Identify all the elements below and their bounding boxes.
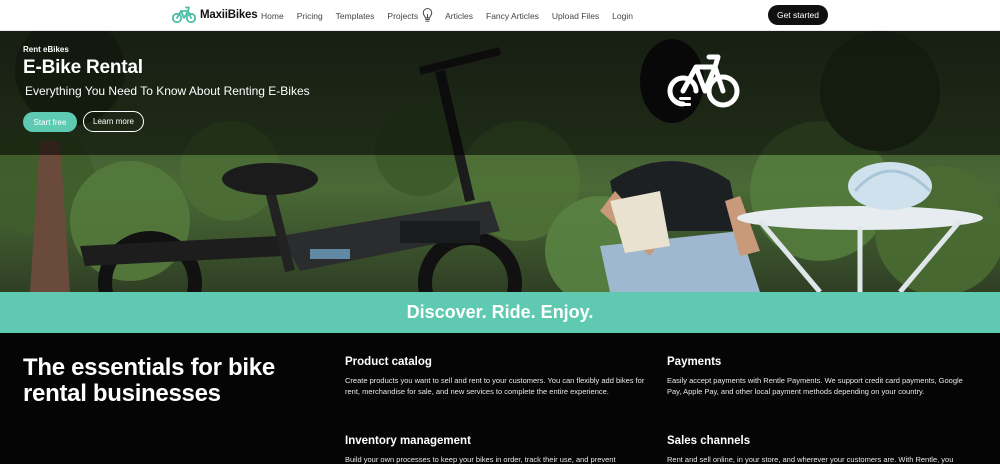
nav-link-projects[interactable]: Projects bbox=[387, 11, 418, 21]
nav-link-templates[interactable]: Templates bbox=[336, 11, 375, 21]
feature-title: Product catalog bbox=[345, 356, 432, 368]
brand-logo[interactable]: MaxiiBikes bbox=[172, 5, 258, 24]
nav-link-upload-files[interactable]: Upload Files bbox=[552, 11, 599, 21]
get-started-button[interactable]: Get started bbox=[768, 5, 828, 25]
feature-inventory-management: Inventory management Build your own proc… bbox=[345, 435, 645, 464]
feature-sales-channels: Sales channels Rent and sell online, in … bbox=[667, 435, 967, 464]
ebike-logo-icon bbox=[667, 54, 740, 108]
nav-link-articles[interactable]: Articles bbox=[445, 11, 473, 21]
tagline-text: Discover. Ride. Enjoy. bbox=[406, 302, 594, 322]
tagline-band: Discover. Ride. Enjoy. bbox=[0, 292, 1000, 333]
feature-payments: Payments Easily accept payments with Ren… bbox=[667, 356, 967, 398]
feature-description: Rent and sell online, in your store, and… bbox=[667, 455, 954, 464]
feature-description: Easily accept payments with Rentle Payme… bbox=[667, 376, 963, 397]
nav-link-login[interactable]: Login bbox=[612, 11, 633, 21]
brand-name: MaxiiBikes bbox=[200, 8, 258, 21]
nav-link-pricing[interactable]: Pricing bbox=[297, 11, 323, 21]
start-free-button[interactable]: Start free bbox=[23, 112, 77, 132]
lightbulb-icon[interactable] bbox=[422, 8, 433, 23]
feature-description: Build your own processes to keep your bi… bbox=[345, 455, 616, 464]
hero-title: E-Bike Rental bbox=[23, 57, 143, 78]
hero-section: Rent eBikes E-Bike Rental Everything You… bbox=[0, 31, 1000, 292]
feature-title: Payments bbox=[667, 356, 722, 368]
features-heading: The essentials for bike rental businesse… bbox=[23, 354, 275, 408]
bicycle-logo-icon bbox=[172, 6, 196, 24]
nav-link-fancy-articles[interactable]: Fancy Articles bbox=[486, 11, 539, 21]
top-navbar: MaxiiBikes Home Pricing Templates Projec… bbox=[0, 0, 1000, 31]
features-section: The essentials for bike rental businesse… bbox=[0, 333, 1000, 464]
nav-link-home[interactable]: Home bbox=[261, 11, 284, 21]
feature-product-catalog: Product catalog Create products you want… bbox=[345, 356, 645, 398]
hero-subtitle: Everything You Need To Know About Rentin… bbox=[25, 84, 310, 98]
feature-title: Sales channels bbox=[667, 435, 751, 447]
hero-eyebrow: Rent eBikes bbox=[23, 45, 69, 54]
nav-links: Home Pricing Templates Projects Articles… bbox=[261, 0, 646, 31]
feature-title: Inventory management bbox=[345, 435, 471, 447]
learn-more-button[interactable]: Learn more bbox=[83, 111, 144, 132]
feature-description: Create products you want to sell and ren… bbox=[345, 376, 645, 397]
